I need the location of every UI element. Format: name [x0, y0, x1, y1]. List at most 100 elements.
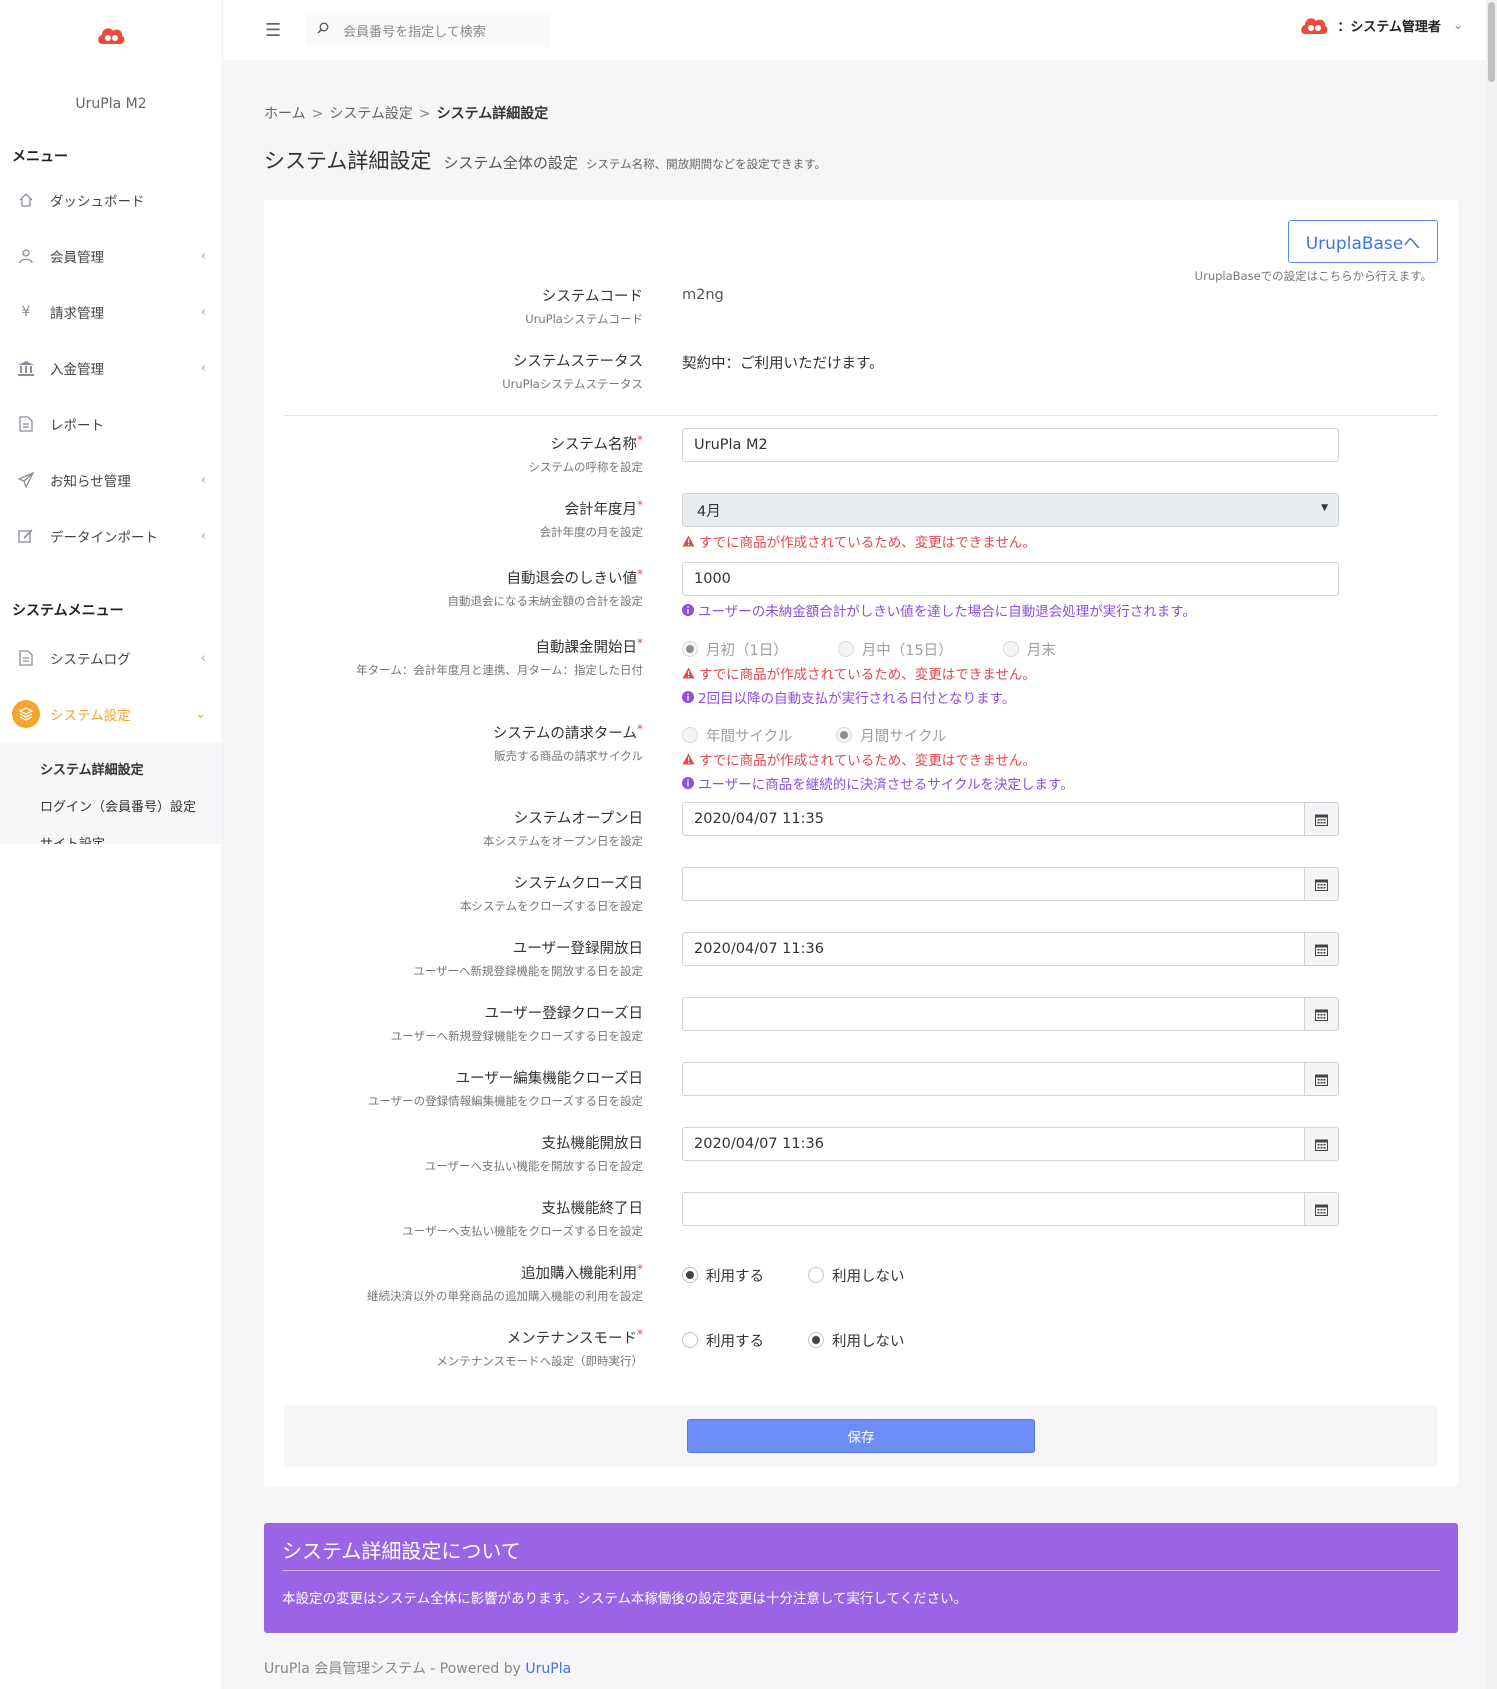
- sidebar: UruPla M2 メニュー ダッシュボード 会員管理 ‹ ¥ 請求管理 ‹ 入…: [0, 0, 223, 1689]
- user-icon: [16, 246, 36, 266]
- submenu-item-site-settings[interactable]: サイト設定: [0, 824, 222, 844]
- footer-link[interactable]: UruPla: [525, 1661, 571, 1677]
- scrollbar[interactable]: [1486, 0, 1497, 1689]
- yen-icon: ¥: [21, 304, 31, 320]
- footer: UruPla 会員管理システム - Powered by UruPla: [264, 1658, 571, 1678]
- error-text: すでに商品が作成されているため、変更はできません。: [699, 535, 1036, 551]
- error-text: すでに商品が作成されているため、変更はできません。: [699, 667, 1036, 683]
- edit-icon: [16, 526, 36, 546]
- radio-label: 月中（15日）: [861, 642, 953, 659]
- sidebar-item-label: システムログ: [50, 652, 131, 668]
- sidebar-item-notices[interactable]: お知らせ管理 ‹: [0, 452, 222, 508]
- field-label: システム名称: [550, 437, 637, 453]
- calendar-icon[interactable]: [1304, 997, 1339, 1031]
- system-status-value: 契約中：ご利用いただけます。: [682, 356, 884, 372]
- warning-icon: [682, 535, 695, 547]
- page-description: システム名称、開放期間などを設定できます。: [585, 157, 826, 171]
- field-help: メンテナンスモードへ設定（即時実行）: [436, 1354, 643, 1368]
- submenu-item-system-detail[interactable]: システム詳細設定: [0, 750, 222, 787]
- warning-icon: [682, 667, 695, 679]
- info-icon: [682, 604, 694, 616]
- field-label: 会計年度月: [564, 502, 638, 518]
- logo[interactable]: [0, 0, 222, 70]
- radio-maintenance-use[interactable]: 利用する: [682, 1330, 764, 1351]
- calendar-icon[interactable]: [1304, 802, 1339, 836]
- sidebar-item-import[interactable]: データインポート ‹: [0, 508, 222, 564]
- sidebar-item-members[interactable]: 会員管理 ‹: [0, 228, 222, 284]
- field-help: 年ターム：会計年度月と連携、月ターム：指定した日付: [356, 663, 643, 677]
- required-mark: *: [637, 1327, 643, 1341]
- registration-open-input[interactable]: 2020/04/07 11:36: [682, 932, 1304, 966]
- sidebar-item-payments[interactable]: 入金管理 ‹: [0, 340, 222, 396]
- field-help: 継続決済以外の単発商品の追加購入機能の利用を設定: [367, 1289, 643, 1303]
- error-text: すでに商品が作成されているため、変更はできません。: [699, 753, 1036, 769]
- chevron-left-icon: ‹: [200, 650, 206, 666]
- radio-label: 利用しない: [832, 1268, 905, 1285]
- required-mark: *: [637, 498, 643, 512]
- open-date-picker: 2020/04/07 11:35: [682, 802, 1339, 836]
- edit-close-picker: [682, 1062, 1339, 1096]
- payment-open-input[interactable]: 2020/04/07 11:36: [682, 1127, 1304, 1161]
- calendar-icon[interactable]: [1304, 1062, 1339, 1096]
- field-label: システムオープン日: [513, 811, 643, 827]
- form-actions: 保存: [284, 1405, 1438, 1467]
- radio-label: 月末: [1026, 642, 1056, 659]
- field-label: システムコード: [541, 289, 643, 305]
- member-search-input[interactable]: 会員番号を指定して検索: [305, 13, 551, 47]
- scrollbar-thumb[interactable]: [1488, 2, 1495, 82]
- submenu-item-login-settings[interactable]: ログイン（会員番号）設定: [0, 787, 222, 824]
- search-placeholder: 会員番号を指定して検索: [343, 24, 486, 40]
- sidebar-item-dashboard[interactable]: ダッシュボード: [0, 172, 222, 228]
- sidebar-item-billing[interactable]: ¥ 請求管理 ‹: [0, 284, 222, 340]
- breadcrumb: ホーム > システム設定 > システム詳細設定: [264, 103, 1458, 123]
- submenu-system-settings: システム詳細設定 ログイン（会員番号）設定 サイト設定: [0, 742, 222, 844]
- document-icon: [16, 414, 36, 434]
- system-name-input[interactable]: UruPla M2: [682, 428, 1339, 462]
- sidebar-item-reports[interactable]: レポート: [0, 396, 222, 452]
- field-label: システムステータス: [512, 354, 643, 370]
- calendar-icon[interactable]: [1304, 1127, 1339, 1161]
- info-icon: [682, 777, 694, 789]
- page-header: システム詳細設定 システム全体の設定 システム名称、開放期間などを設定できます。: [264, 145, 1458, 175]
- sidebar-item-label: データインポート: [50, 530, 158, 546]
- app-name: UruPla M2: [75, 96, 147, 112]
- urupla-base-button[interactable]: UruplaBaseへ: [1288, 220, 1438, 263]
- hamburger-menu-icon[interactable]: ☰: [265, 20, 281, 41]
- payment-end-input[interactable]: [682, 1192, 1304, 1226]
- calendar-icon[interactable]: [1304, 932, 1339, 966]
- caret-down-icon: ▼: [1321, 503, 1328, 513]
- notice-title: システム詳細設定について: [282, 1539, 521, 1563]
- user-menu[interactable]: ：システム管理者 ⌄: [1299, 14, 1463, 36]
- chevron-left-icon: ‹: [200, 528, 206, 544]
- sidebar-item-system-settings[interactable]: システム設定 ⌄: [0, 686, 222, 742]
- registration-close-input[interactable]: [682, 997, 1304, 1031]
- radio-billing-start-first: 月初（1日）: [682, 639, 788, 660]
- sidebar-item-label: 入金管理: [50, 362, 104, 378]
- radio-extra-purchase-use[interactable]: 利用する: [682, 1265, 764, 1286]
- bank-icon: [16, 358, 36, 378]
- calendar-icon[interactable]: [1304, 1192, 1339, 1226]
- breadcrumb-current: システム詳細設定: [436, 106, 549, 122]
- info-message: 2回目以降の自動支払が実行される日付となります。: [682, 687, 1096, 707]
- field-label: 自動退会のしきい値: [506, 571, 638, 587]
- radio-extra-purchase-not-use[interactable]: 利用しない: [808, 1265, 905, 1286]
- settings-card: UruplaBaseへ UruplaBaseでの設定はこちらから行えます。 シス…: [264, 200, 1458, 1486]
- breadcrumb-home[interactable]: ホーム: [264, 106, 306, 122]
- info-icon: [682, 691, 694, 703]
- sidebar-item-system-log[interactable]: システムログ ‹: [0, 630, 222, 686]
- open-date-input[interactable]: 2020/04/07 11:35: [682, 802, 1304, 836]
- radio-billing-term-yearly: 年間サイクル: [682, 725, 792, 746]
- breadcrumb-parent[interactable]: システム設定: [329, 106, 413, 122]
- radio-maintenance-not-use[interactable]: 利用しない: [808, 1330, 905, 1351]
- save-button[interactable]: 保存: [687, 1419, 1035, 1453]
- close-date-input[interactable]: [682, 867, 1304, 901]
- edit-close-input[interactable]: [682, 1062, 1304, 1096]
- fiscal-month-select: 4月 ▼: [682, 493, 1339, 527]
- urupla-logo-icon: [98, 28, 125, 44]
- urupla-base-note: UruplaBaseでの設定はこちらから行えます。: [1194, 269, 1432, 283]
- field-help: システムの呼称を設定: [528, 460, 643, 474]
- calendar-icon[interactable]: [1304, 867, 1339, 901]
- auto-withdraw-input[interactable]: 1000: [682, 562, 1339, 596]
- breadcrumb-separator: >: [418, 106, 431, 122]
- close-date-picker: [682, 867, 1339, 901]
